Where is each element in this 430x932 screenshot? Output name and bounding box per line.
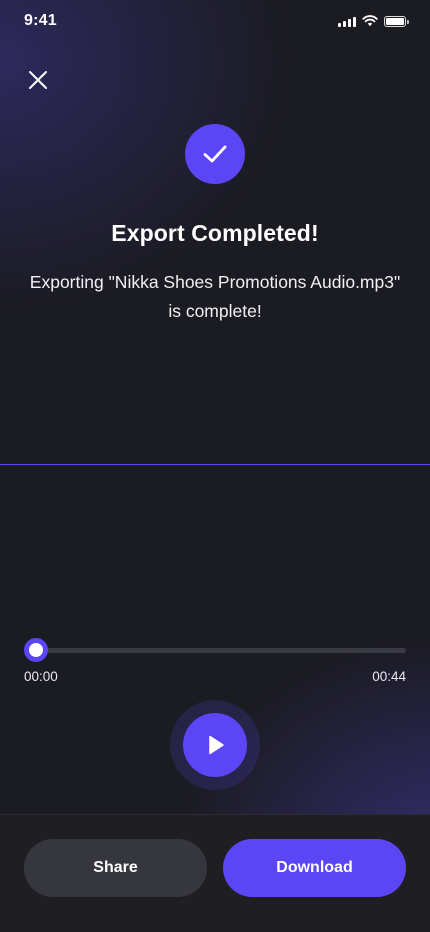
play-icon: [209, 735, 224, 755]
message-line-1: Exporting "Nikka Shoes Promotions Audio.…: [29, 272, 401, 292]
audio-progress-thumb[interactable]: [24, 638, 48, 662]
action-bar: Share Download: [0, 814, 430, 932]
completion-message: Exporting "Nikka Shoes Promotions Audio.…: [20, 268, 410, 326]
message-line-2: is complete!: [168, 301, 262, 321]
divider: [0, 464, 430, 465]
audio-progress-track[interactable]: [36, 648, 406, 653]
export-completed-screen: 9:41 Export Completed! Exporting "Nikka …: [0, 0, 430, 932]
close-icon: [29, 71, 47, 89]
close-button[interactable]: [24, 66, 52, 94]
battery-icon: [384, 15, 409, 27]
check-icon: [203, 145, 227, 163]
status-bar: 9:41: [0, 0, 430, 44]
status-icons: [338, 15, 409, 27]
total-time: 00:44: [372, 669, 406, 684]
page-title: Export Completed!: [111, 220, 319, 246]
status-time: 9:41: [24, 12, 57, 29]
wifi-icon: [362, 15, 378, 27]
share-button[interactable]: Share: [24, 839, 207, 897]
play-button[interactable]: [183, 713, 247, 777]
signal-icon: [338, 16, 356, 27]
download-button[interactable]: Download: [223, 839, 406, 897]
current-time: 00:00: [24, 669, 58, 684]
success-badge: [185, 124, 245, 184]
